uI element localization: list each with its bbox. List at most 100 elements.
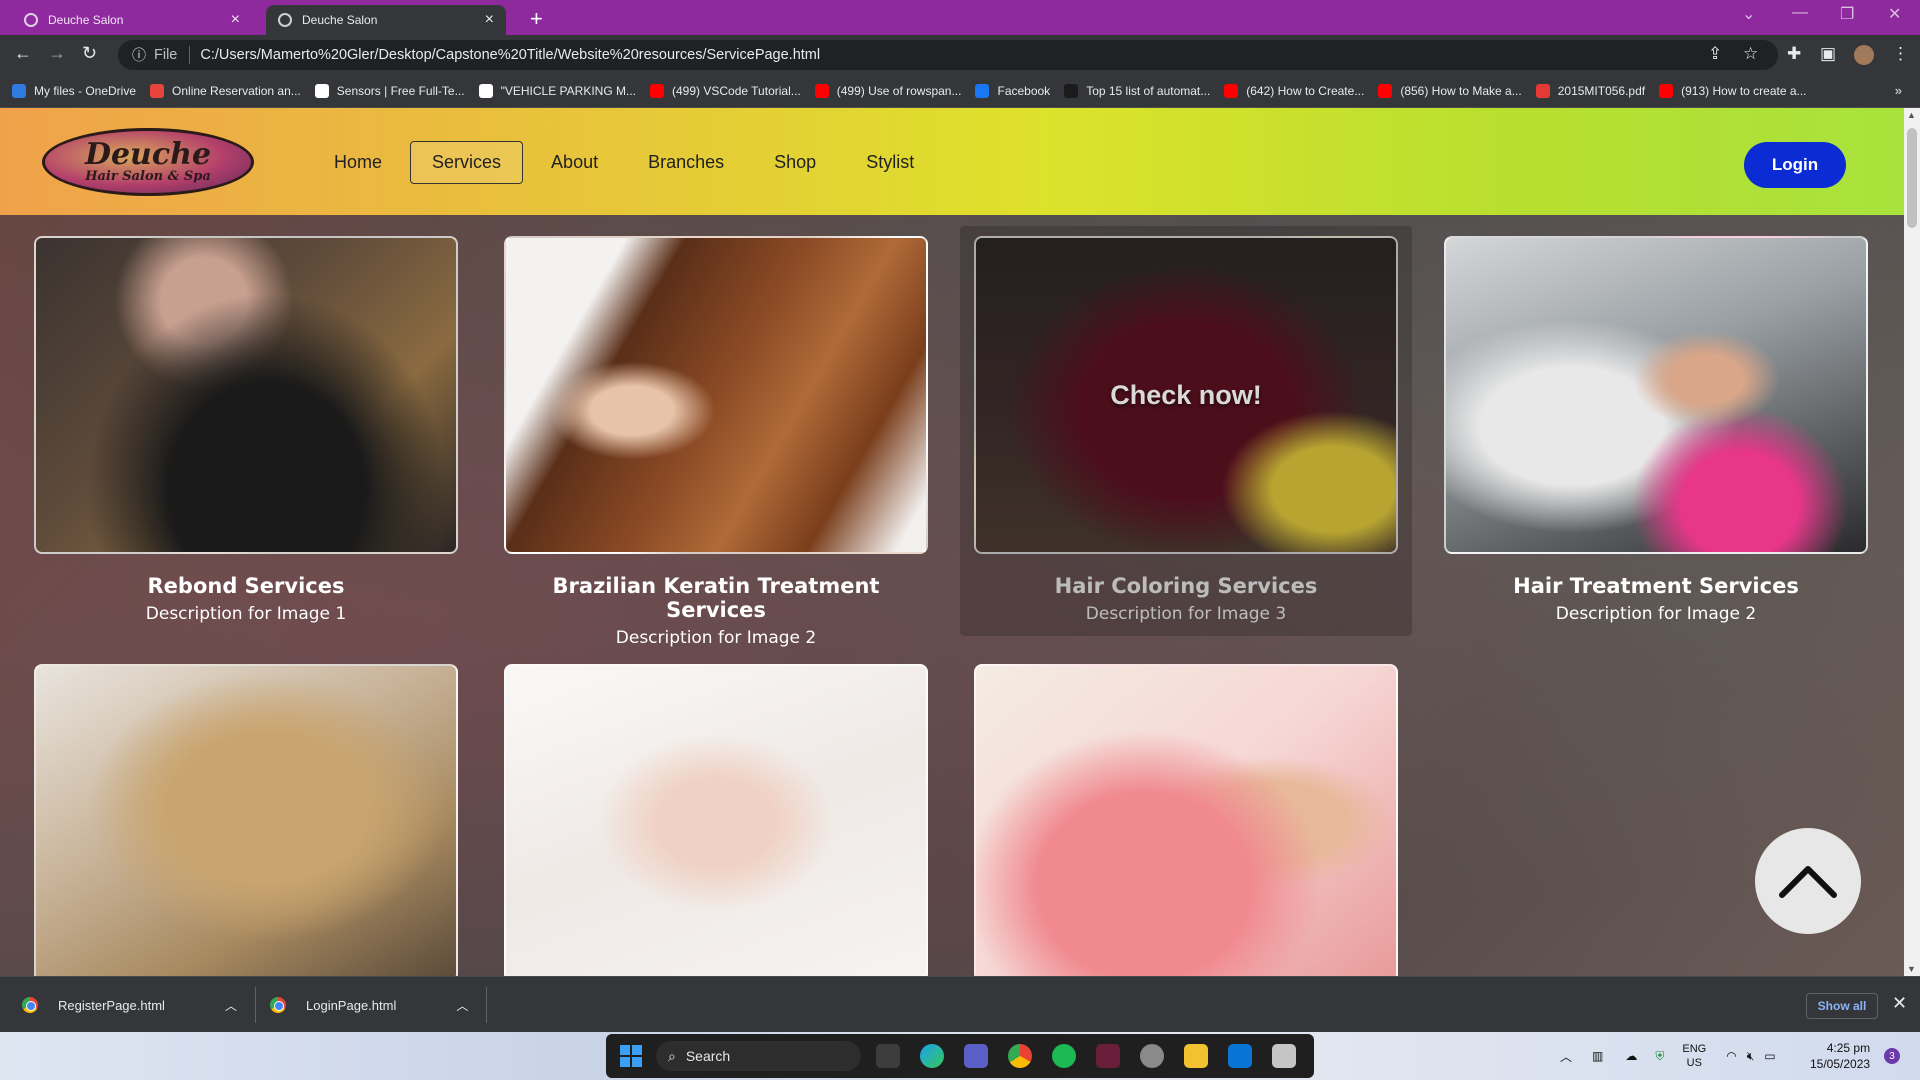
bookmark-item[interactable]: (642) How to Create... <box>1224 84 1364 98</box>
nav-branches[interactable]: Branches <box>626 141 746 184</box>
info-icon[interactable]: ⓘ <box>132 45 146 65</box>
url-text[interactable]: C:/Users/Mamerto%20Gler/Desktop/Capstone… <box>200 47 820 63</box>
wifi-icon[interactable]: ◠ <box>1726 1049 1736 1063</box>
edge-icon[interactable] <box>920 1044 944 1068</box>
show-all-button[interactable]: Show all <box>1806 993 1878 1019</box>
page-scrollbar[interactable]: ▲ ▼ <box>1904 108 1920 976</box>
service-card-keratin[interactable]: Brazilian Keratin Treatment Services Des… <box>504 236 928 648</box>
nav-shop[interactable]: Shop <box>752 141 838 184</box>
spotify-icon[interactable] <box>1052 1044 1076 1068</box>
youtube-icon <box>650 84 665 98</box>
windows-start-icon[interactable] <box>620 1045 642 1067</box>
language-code: ENG <box>1682 1043 1707 1055</box>
nav-services[interactable]: Services <box>410 141 524 184</box>
reload-icon[interactable]: ↻ <box>82 43 97 64</box>
scroll-up-icon[interactable]: ▲ <box>1907 110 1916 120</box>
notification-badge[interactable]: 3 <box>1884 1048 1900 1064</box>
hair-rebond-photo[interactable] <box>34 236 458 554</box>
bookmark-item[interactable]: Sensors | Free Full-Te... <box>314 84 465 98</box>
salon-logo[interactable]: Deuche Hair Salon & Spa <box>42 128 254 196</box>
bookmark-item[interactable]: Online Reservation an... <box>150 84 301 98</box>
system-tray: ︿ ▥ ☁ ⛨ ENG US ◠ 🔇︎ ▭ <box>1560 1032 1776 1080</box>
bookmark-item[interactable]: (499) Use of rowspan... <box>814 84 961 98</box>
download-item-register[interactable]: RegisterPage.html ︿ <box>0 987 256 1023</box>
restore-icon[interactable]: ❐ <box>1840 4 1854 24</box>
scrollbar-thumb[interactable] <box>1907 128 1917 228</box>
foot-spa-photo[interactable] <box>974 664 1398 976</box>
service-card-footspa[interactable] <box>974 664 1398 976</box>
new-tab-icon[interactable]: + <box>530 6 543 32</box>
onedrive-icon <box>12 84 26 98</box>
keratin-hair-photo[interactable] <box>504 236 928 554</box>
bookmark-item[interactable]: "VEHICLE PARKING M... <box>478 84 636 98</box>
teams-icon[interactable] <box>964 1044 988 1068</box>
snipping-tool-icon[interactable] <box>1272 1044 1296 1068</box>
nav-about[interactable]: About <box>529 141 620 184</box>
battery-icon[interactable]: ▭ <box>1764 1049 1775 1063</box>
tab-search-icon[interactable]: ⌄ <box>1742 4 1755 24</box>
bookmark-item[interactable]: Top 15 list of automat... <box>1064 84 1210 98</box>
bookmark-item[interactable]: Facebook <box>975 84 1050 98</box>
close-tab-icon[interactable]: × <box>485 11 494 29</box>
service-card-extension[interactable] <box>34 664 458 976</box>
tab-deuche-salon-2[interactable]: Deuche Salon × <box>266 5 506 35</box>
bookmark-item[interactable]: (499) VSCode Tutorial... <box>650 84 801 98</box>
address-bar[interactable]: ⓘ File C:/Users/Mamerto%20Gler/Desktop/C… <box>118 40 1778 70</box>
tab-title: Deuche Salon <box>48 13 124 27</box>
star-icon[interactable]: ☆ <box>1743 44 1758 64</box>
hair-extension-photo[interactable] <box>34 664 458 976</box>
figma-icon[interactable] <box>1096 1044 1120 1068</box>
forward-icon[interactable]: → <box>48 43 66 64</box>
check-now-overlay[interactable]: Check now! <box>976 238 1396 552</box>
globe-icon <box>278 13 292 27</box>
bookmark-item[interactable]: (913) How to create a... <box>1659 84 1807 98</box>
file-explorer-icon[interactable] <box>1184 1044 1208 1068</box>
chevron-up-icon[interactable]: ︿ <box>225 997 237 1014</box>
scroll-down-icon[interactable]: ▼ <box>1907 964 1916 974</box>
manicure-photo[interactable] <box>504 664 928 976</box>
profile-avatar[interactable] <box>1854 45 1874 65</box>
side-panel-icon[interactable]: ▣ <box>1820 44 1836 64</box>
download-item-login[interactable]: LoginPage.html ︿ <box>248 987 488 1023</box>
vscode-icon[interactable] <box>1228 1044 1252 1068</box>
defender-icon[interactable]: ⛨ <box>1655 1049 1664 1064</box>
close-window-icon[interactable]: ✕ <box>1888 4 1901 24</box>
close-icon[interactable]: ✕ <box>1892 993 1907 1014</box>
minimize-icon[interactable]: — <box>1792 4 1808 22</box>
hair-wash-photo[interactable] <box>1444 236 1868 554</box>
taskbar-clock[interactable]: 4:25 pm 15/05/2023 <box>1810 1040 1870 1072</box>
extensions-icon[interactable]: ✚ <box>1787 44 1801 64</box>
service-card-treatment[interactable]: Hair Treatment Services Description for … <box>1444 236 1868 624</box>
menu-icon[interactable]: ⋮ <box>1892 44 1909 64</box>
close-tab-icon[interactable]: × <box>231 11 240 29</box>
service-card-manicure[interactable] <box>504 664 928 976</box>
nav-home[interactable]: Home <box>312 141 404 184</box>
bookmark-item[interactable]: (856) How to Make a... <box>1378 84 1522 98</box>
chevron-up-icon[interactable]: ︿ <box>1560 1048 1572 1065</box>
tab-deuche-salon-1[interactable]: Deuche Salon × <box>12 5 252 35</box>
hair-coloring-photo[interactable]: Check now! <box>974 236 1398 554</box>
card-description: Description for Image 1 <box>145 604 347 624</box>
download-filename: RegisterPage.html <box>58 997 165 1013</box>
performance-icon[interactable]: ▥ <box>1592 1049 1603 1063</box>
scroll-to-top-button[interactable] <box>1755 828 1861 934</box>
bookmark-item[interactable]: 2015MIT056.pdf <box>1535 84 1645 98</box>
login-button[interactable]: Login <box>1744 142 1846 188</box>
service-card-rebond[interactable]: Rebond Services Description for Image 1 <box>34 236 458 624</box>
bookmark-item[interactable]: My files - OneDrive <box>12 84 136 98</box>
chrome-icon[interactable] <box>1008 1044 1032 1068</box>
settings-gear-icon[interactable] <box>1140 1044 1164 1068</box>
service-card-coloring[interactable]: Check now! Hair Coloring Services Descri… <box>960 226 1412 636</box>
speaker-muted-icon[interactable]: 🔇︎ <box>1747 1049 1755 1064</box>
back-icon[interactable]: ← <box>14 43 32 64</box>
language-indicator[interactable]: ENG US <box>1682 1042 1706 1070</box>
share-icon[interactable]: ⇪ <box>1708 44 1722 64</box>
more-bookmarks-icon[interactable]: » <box>1895 83 1902 98</box>
search-label: Search <box>685 1048 731 1064</box>
nav-stylist[interactable]: Stylist <box>844 141 936 184</box>
onedrive-icon[interactable]: ☁ <box>1625 1049 1637 1063</box>
card-title: Hair Treatment Services <box>1513 574 1799 598</box>
taskbar-search[interactable]: ⌕ Search <box>656 1041 861 1071</box>
task-view-icon[interactable] <box>876 1044 900 1068</box>
chevron-up-icon[interactable]: ︿ <box>456 997 468 1014</box>
